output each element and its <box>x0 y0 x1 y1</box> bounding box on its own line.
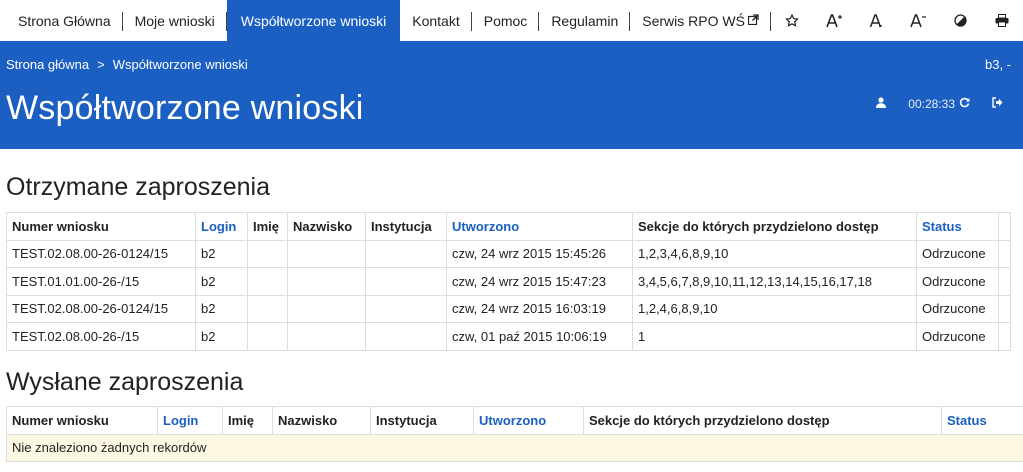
cell-number: TEST.02.08.00-26-0124/15 <box>6 294 196 323</box>
sent-invitations-title: Wysłane zaproszenia <box>6 368 244 396</box>
column-header-login[interactable]: Login <box>157 406 223 435</box>
breadcrumb-current: Współtworzone wnioski <box>112 57 248 72</box>
table-row: TEST.02.08.00-26-0124/15 b2 czw, 24 wrz … <box>6 294 1011 323</box>
cell-last-name <box>287 322 366 351</box>
cell-created: czw, 01 paź 2015 10:06:19 <box>446 322 633 351</box>
column-header-first-name: Imię <box>222 406 273 435</box>
column-header-created[interactable]: Utworzono <box>473 406 584 435</box>
cell-first-name <box>247 322 288 351</box>
column-header-sections: Sekcje do których przydzielono dostęp <box>583 406 942 435</box>
page-header: Strona główna > Współtworzone wnioski b3… <box>0 41 1023 149</box>
cell-sections: 3,4,5,6,7,8,9,10,11,12,13,14,15,16,17,18 <box>632 267 917 296</box>
column-header-institution: Instytucja <box>365 212 447 241</box>
external-link-icon <box>747 13 759 28</box>
column-header-created[interactable]: Utworzono <box>446 212 633 241</box>
cell-institution <box>365 239 447 268</box>
column-header-last-name: Nazwisko <box>287 212 366 241</box>
cell-sections: 1 <box>632 322 917 351</box>
breadcrumb: Strona główna > Współtworzone wnioski <box>6 57 256 72</box>
cell-login: b2 <box>195 239 248 268</box>
cell-institution <box>365 322 447 351</box>
user-profile-icon[interactable] <box>876 97 887 111</box>
cell-status: Odrzucone <box>916 239 999 268</box>
cell-created: czw, 24 wrz 2015 15:45:26 <box>446 239 633 268</box>
cell-last-name <box>287 239 366 268</box>
nav-home[interactable]: Strona Główna <box>0 0 123 41</box>
nav-rpo-service[interactable]: Serwis RPO WŚ <box>630 0 771 41</box>
cell-sections: 1,2,3,4,6,8,9,10 <box>632 239 917 268</box>
cell-last-name <box>287 267 366 296</box>
top-navigation: Strona Główna Moje wnioski Współtworzone… <box>0 0 1023 41</box>
cell-institution <box>365 267 447 296</box>
cell-first-name <box>247 294 288 323</box>
cell-first-name <box>247 267 288 296</box>
cell-status: Odrzucone <box>916 322 999 351</box>
nav-my-applications[interactable]: Moje wnioski <box>123 0 227 41</box>
session-panel: 00:28:33 <box>876 97 1003 111</box>
nav-coauthored-applications[interactable]: Współtworzone wnioski <box>226 0 401 41</box>
table-header-row: Numer wniosku Login Imię Nazwisko Instyt… <box>6 212 1011 241</box>
refresh-session-icon[interactable] <box>959 97 970 111</box>
cell-first-name <box>247 239 288 268</box>
cell-last-name <box>287 294 366 323</box>
nav-help[interactable]: Pomoc <box>472 0 540 41</box>
cell-status: Odrzucone <box>916 294 999 323</box>
cell-login: b2 <box>195 294 248 323</box>
cell-number: TEST.02.08.00-26-0124/15 <box>6 239 196 268</box>
cell-spacer <box>998 294 1011 323</box>
column-header-number: Numer wniosku <box>6 212 196 241</box>
column-header-login[interactable]: Login <box>195 212 248 241</box>
table-row: TEST.02.08.00-26-/15 b2 czw, 01 paź 2015… <box>6 322 1011 351</box>
cell-created: czw, 24 wrz 2015 16:03:19 <box>446 294 633 323</box>
column-header-institution: Instytucja <box>370 406 474 435</box>
print-icon[interactable] <box>981 0 1023 41</box>
high-contrast-star-icon[interactable] <box>771 0 813 41</box>
column-header-number: Numer wniosku <box>6 406 158 435</box>
column-header-first-name: Imię <box>247 212 288 241</box>
session-timer: 00:28:33 <box>908 97 955 111</box>
font-larger-icon[interactable] <box>813 0 855 41</box>
cell-institution <box>365 294 447 323</box>
empty-row: Nie znaleziono żadnych rekordów <box>6 433 1023 462</box>
breadcrumb-separator: > <box>97 57 105 72</box>
column-header-last-name: Nazwisko <box>272 406 371 435</box>
cell-sections: 1,2,4,6,8,9,10 <box>632 294 917 323</box>
column-header-spacer <box>998 212 1011 241</box>
logout-icon[interactable] <box>992 97 1003 111</box>
cell-login: b2 <box>195 267 248 296</box>
table-row: TEST.01.01.00-26-/15 b2 czw, 24 wrz 2015… <box>6 267 1011 296</box>
cell-status: Odrzucone <box>916 267 999 296</box>
breadcrumb-home-link[interactable]: Strona główna <box>6 57 89 72</box>
font-smaller-icon[interactable] <box>897 0 939 41</box>
cell-number: TEST.01.01.00-26-/15 <box>6 267 196 296</box>
nav-rpo-service-label: Serwis RPO WŚ <box>642 12 745 29</box>
column-header-status[interactable]: Status <box>941 406 1023 435</box>
received-invitations-title: Otrzymane zaproszenia <box>6 173 271 201</box>
sent-invitations-table: Numer wniosku Login Imię Nazwisko Instyt… <box>6 406 1023 462</box>
table-header-row: Numer wniosku Login Imię Nazwisko Instyt… <box>6 406 1023 435</box>
cell-number: TEST.02.08.00-26-/15 <box>6 322 196 351</box>
cell-created: czw, 24 wrz 2015 15:47:23 <box>446 267 633 296</box>
cell-login: b2 <box>195 322 248 351</box>
font-normal-icon[interactable] <box>855 0 897 41</box>
table-row: TEST.02.08.00-26-0124/15 b2 czw, 24 wrz … <box>6 239 1011 268</box>
page-title: Współtworzone wnioski <box>6 89 364 127</box>
empty-message: Nie znaleziono żadnych rekordów <box>6 433 1023 462</box>
column-header-status[interactable]: Status <box>916 212 999 241</box>
column-header-sections: Sekcje do których przydzielono dostęp <box>632 212 917 241</box>
user-code: b3, - <box>984 57 1011 72</box>
received-invitations-table: Numer wniosku Login Imię Nazwisko Instyt… <box>6 212 1011 351</box>
cell-spacer <box>998 267 1011 296</box>
accessibility-toolbar <box>771 0 1023 41</box>
cell-spacer <box>998 239 1011 268</box>
nav-regulations[interactable]: Regulamin <box>539 0 631 41</box>
nav-contact[interactable]: Kontakt <box>400 0 473 41</box>
cell-spacer <box>998 322 1011 351</box>
contrast-icon[interactable] <box>939 0 981 41</box>
